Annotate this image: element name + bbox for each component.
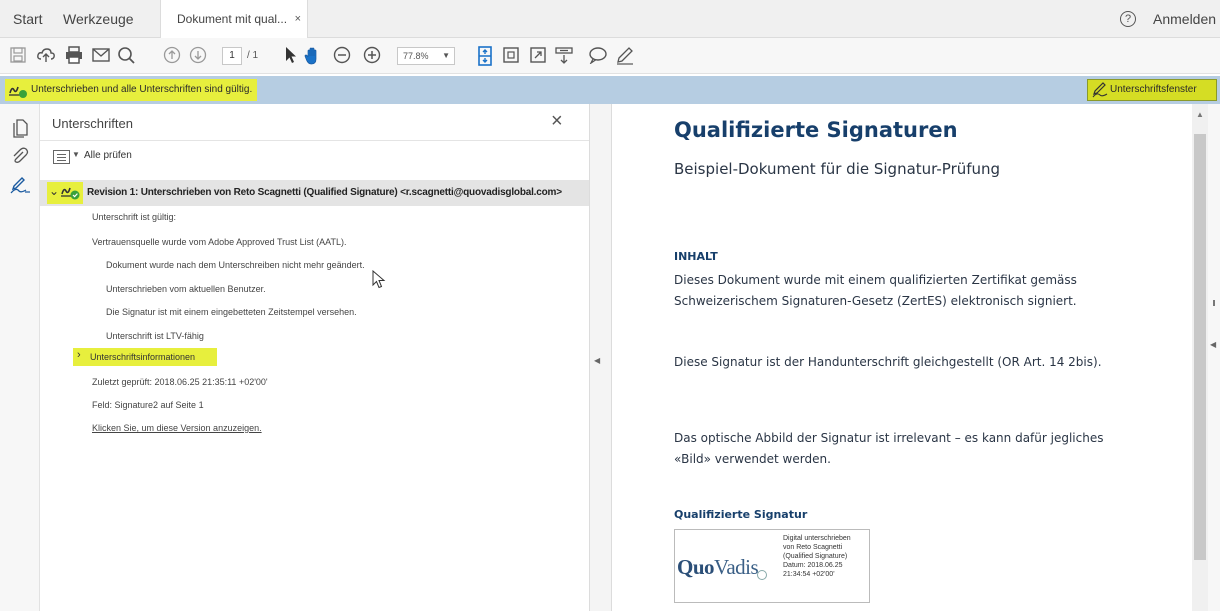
hand-icon[interactable]	[303, 46, 323, 66]
print-icon[interactable]	[64, 46, 84, 66]
detail-ltv: Unterschrift ist LTV-fähig	[106, 331, 204, 341]
chevron-right-icon: ›	[77, 349, 81, 361]
search-icon[interactable]	[117, 46, 137, 66]
help-icon[interactable]: ?	[1120, 11, 1136, 27]
page-number-input[interactable]: 1	[222, 47, 242, 65]
field-info: Feld: Signature2 auf Seite 1	[92, 400, 204, 410]
quovadis-logo: QuoVadis	[677, 555, 759, 580]
signature-panel-button[interactable]: Unterschriftsfenster	[1087, 79, 1217, 101]
logo-bold: Quo	[677, 555, 715, 579]
scroll-thumb[interactable]	[1194, 134, 1206, 560]
edge-marker	[1213, 300, 1215, 306]
panel-title: Unterschriften	[52, 116, 133, 131]
upload-icon[interactable]	[36, 46, 56, 66]
signature-panel: Unterschriften × ▼ Alle prüfen ⌄ Revisio…	[40, 104, 590, 611]
zoom-value: 77.8%	[403, 51, 429, 61]
revision-label: Revision 1: Unterschrieben von Reto Scag…	[87, 187, 562, 198]
signature-info-label: Unterschriftsinformationen	[90, 352, 196, 362]
signature-line: Datum: 2018.06.25	[783, 562, 843, 569]
signature-heading: Qualifizierte Signatur	[674, 508, 808, 521]
zoom-out-icon[interactable]	[333, 46, 351, 66]
signature-line: Digital unterschrieben	[783, 535, 851, 542]
signature-line: (Qualified Signature)	[783, 553, 848, 560]
login-button[interactable]: Anmelden	[1153, 0, 1216, 38]
right-edge-panel: ◀	[1208, 104, 1220, 611]
expand-right-panel-icon[interactable]: ◀	[1210, 340, 1216, 349]
section-heading: INHALT	[674, 250, 718, 263]
document-subtitle: Beispiel-Dokument für die Signatur-Prüfu…	[674, 160, 1001, 178]
tab-document-label: Dokument mit qual...	[177, 12, 288, 26]
signature-status: Unterschrieben und alle Unterschriften s…	[5, 79, 257, 101]
page-up-icon[interactable]	[163, 46, 181, 66]
revision-row[interactable]: ⌄ Revision 1: Unterschrieben von Reto Sc…	[40, 180, 589, 206]
close-icon[interactable]: ×	[551, 110, 563, 133]
tab-start[interactable]: Start	[13, 0, 43, 38]
logo-rest: Vadis	[714, 555, 759, 579]
vertical-scrollbar[interactable]: ▲	[1192, 104, 1208, 611]
signature-status-text: Unterschrieben und alle Unterschriften s…	[31, 84, 253, 95]
signature-field[interactable]: QuoVadis Digital unterschrieben von Reto…	[674, 529, 870, 603]
tab-tools[interactable]: Werkzeuge	[63, 0, 134, 38]
comment-icon[interactable]	[588, 46, 608, 66]
detail-unmodified: Dokument wurde nach dem Unterschreiben n…	[106, 260, 365, 270]
collapse-left-icon[interactable]: ◀	[594, 356, 600, 365]
fullscreen-icon[interactable]	[529, 46, 547, 66]
mouse-cursor-icon	[372, 269, 386, 295]
signature-status-bar: Unterschrieben und alle Unterschriften s…	[0, 76, 1220, 104]
toolbar: 1 / 1 77.8% ▼	[0, 38, 1220, 74]
document-view: Qualifizierte Signaturen Beispiel-Dokume…	[612, 104, 1192, 611]
paragraph: Das optische Abbild der Signatur ist irr…	[674, 431, 1104, 466]
tab-document[interactable]: Dokument mit qual... ×	[160, 0, 308, 38]
signature-info-row[interactable]: › Unterschriftsinformationen	[73, 348, 217, 366]
logo-mark-icon	[757, 570, 767, 580]
fit-width-icon[interactable]	[502, 46, 520, 66]
signature-valid-icon	[60, 183, 82, 206]
pen-icon[interactable]	[615, 46, 635, 66]
email-icon[interactable]	[91, 46, 111, 66]
chevron-down-icon: ▼	[442, 51, 450, 60]
tab-close-icon[interactable]: ×	[295, 0, 301, 38]
chevron-down-icon: ▼	[72, 150, 80, 159]
paragraph: Diese Signatur ist der Handunterschrift …	[674, 355, 1102, 369]
options-icon	[53, 150, 70, 164]
check-all-label: Alle prüfen	[84, 150, 132, 161]
navigation-rail	[0, 104, 40, 611]
read-mode-icon[interactable]	[555, 46, 573, 66]
signature-icon	[1092, 82, 1108, 103]
detail-signed-by-user: Unterschrieben vom aktuellen Benutzer.	[106, 284, 266, 294]
signature-valid-icon	[8, 81, 28, 104]
pages-icon[interactable]	[10, 118, 30, 138]
signature-line: 21:34:54 +02'00'	[783, 571, 835, 578]
page-total: / 1	[247, 50, 259, 61]
divider	[40, 140, 589, 141]
detail-valid: Unterschrift ist gültig:	[92, 212, 177, 222]
attachment-icon[interactable]	[10, 146, 30, 166]
view-version-link[interactable]: Klicken Sie, um diese Version anzuzeigen…	[92, 423, 262, 433]
select-cursor-icon[interactable]	[283, 46, 297, 66]
fit-page-icon[interactable]	[476, 46, 494, 66]
page-down-icon[interactable]	[189, 46, 207, 66]
chevron-down-icon[interactable]: ⌄	[49, 184, 59, 198]
signature-line: von Reto Scagnetti	[783, 544, 843, 551]
detail-trust-source: Vertrauensquelle wurde vom Adobe Approve…	[92, 237, 347, 247]
document-title: Qualifizierte Signaturen	[674, 118, 958, 142]
last-checked: Zuletzt geprüft: 2018.06.25 21:35:11 +02…	[92, 377, 268, 387]
scroll-up-icon[interactable]: ▲	[1196, 110, 1204, 119]
signature-panel-icon[interactable]	[10, 176, 30, 196]
panel-splitter[interactable]: ◀	[590, 104, 612, 611]
detail-timestamp: Die Signatur ist mit einem eingebetteten…	[106, 307, 357, 317]
zoom-select[interactable]: 77.8% ▼	[397, 47, 455, 65]
save-icon[interactable]	[10, 46, 26, 66]
tab-bar: Start Werkzeuge Dokument mit qual... × ?…	[0, 0, 1220, 38]
paragraph: Dieses Dokument wurde mit einem qualifiz…	[674, 273, 1077, 308]
zoom-in-icon[interactable]	[363, 46, 381, 66]
signature-panel-label: Unterschriftsfenster	[1110, 84, 1197, 95]
signature-appearance-text: Digital unterschrieben von Reto Scagnett…	[783, 534, 851, 579]
